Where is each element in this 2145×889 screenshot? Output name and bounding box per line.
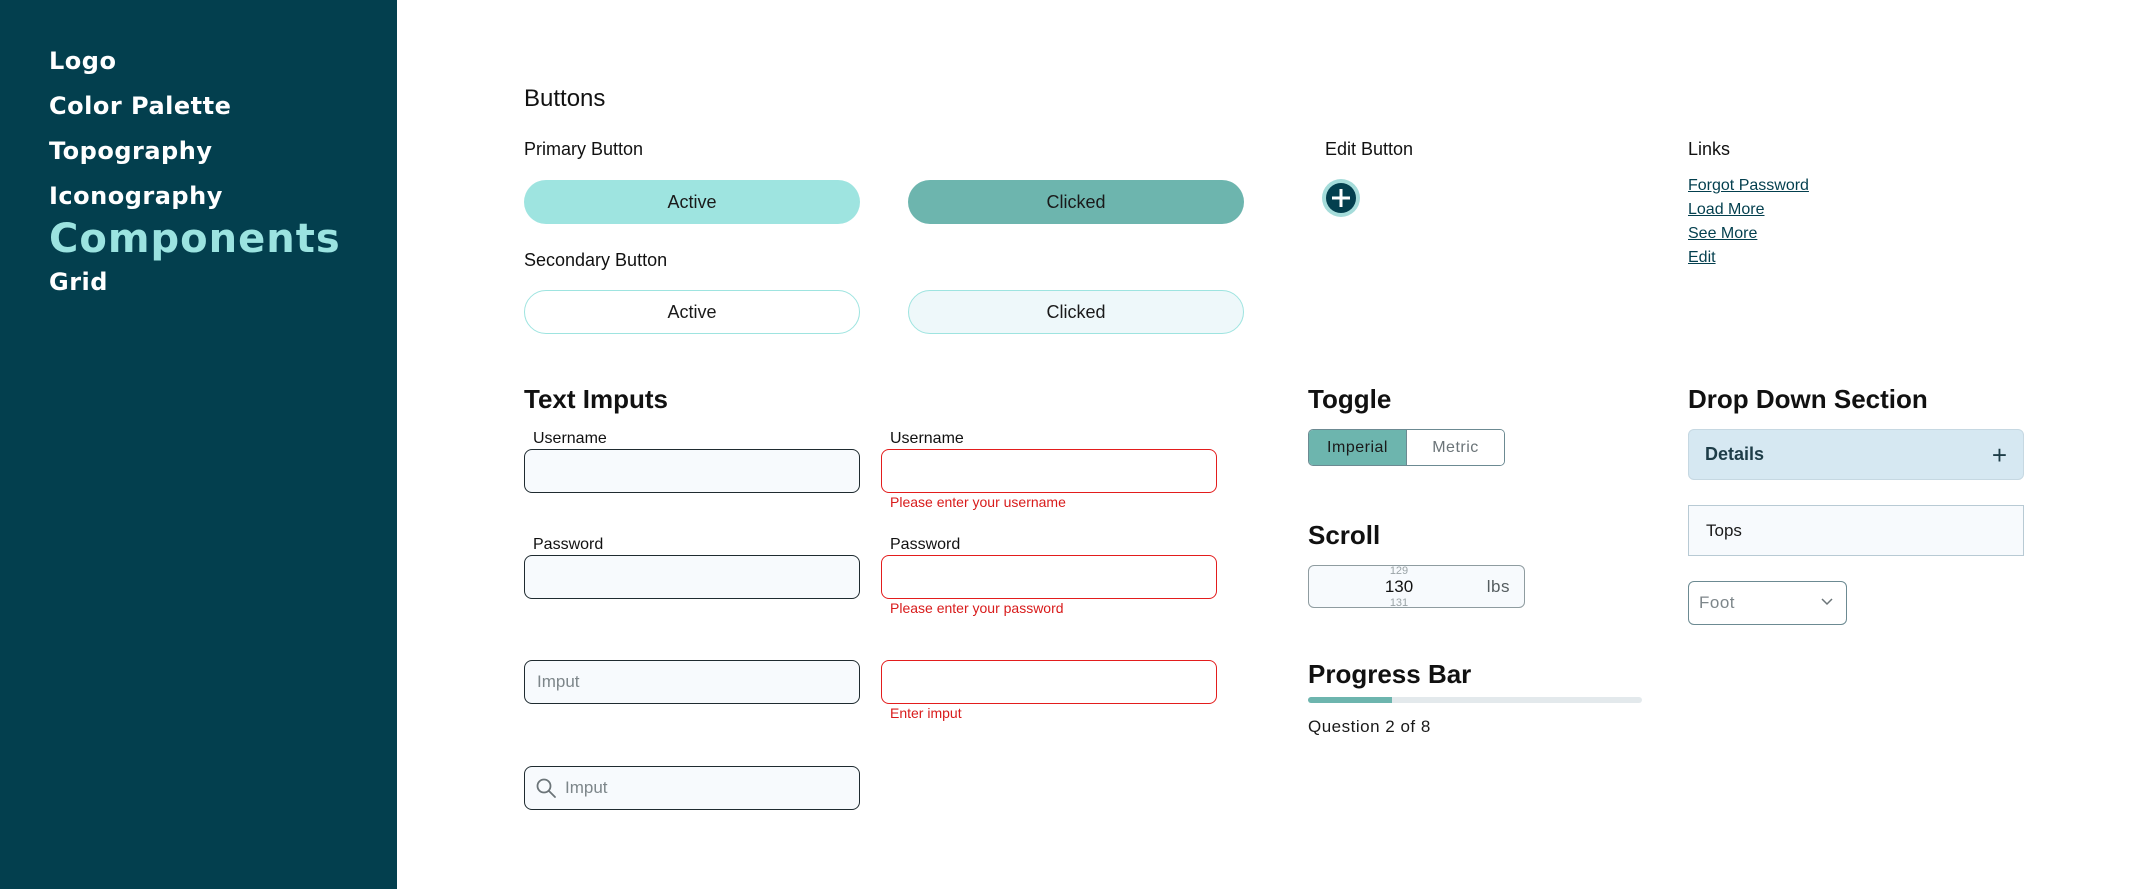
dropdown-header-details[interactable]: Details +: [1688, 429, 2024, 480]
sidebar-item-color-palette[interactable]: Color Palette: [49, 92, 231, 120]
imput-placeholder: Imput: [537, 672, 580, 691]
password-field-error[interactable]: [881, 555, 1217, 599]
scroll-prev-value: 129: [1389, 565, 1409, 577]
link-forgot-password[interactable]: Forgot Password: [1688, 177, 1809, 195]
unit-select[interactable]: Foot: [1688, 581, 1847, 625]
sidebar-item-components[interactable]: Components: [49, 216, 341, 262]
username-label: Username: [533, 430, 607, 447]
search-placeholder: Imput: [565, 778, 608, 797]
plus-icon: +: [1991, 439, 2007, 470]
username-error-label: Username: [890, 430, 964, 447]
secondary-button-label: Secondary Button: [524, 250, 668, 270]
edit-button[interactable]: [1322, 179, 1360, 217]
sidebar-item-grid[interactable]: Grid: [49, 268, 108, 296]
chevron-down-icon: [1821, 598, 1833, 606]
search-icon: [536, 778, 556, 798]
unit-toggle[interactable]: Imperial Metric: [1308, 429, 1505, 466]
progress-heading: Progress Bar: [1308, 659, 1472, 689]
progress-fill: [1308, 697, 1392, 703]
toggle-option-imperial[interactable]: Imperial: [1309, 430, 1407, 465]
primary-button-active[interactable]: Active: [524, 180, 860, 224]
link-see-more[interactable]: See More: [1688, 225, 1757, 243]
sidebar-item-logo[interactable]: Logo: [49, 47, 116, 75]
link-load-more[interactable]: Load More: [1688, 201, 1765, 219]
password-label: Password: [533, 536, 604, 553]
scroll-current-value: 130: [1384, 577, 1414, 596]
imput-field[interactable]: Imput: [524, 660, 860, 704]
scroll-next-value: 131: [1389, 597, 1409, 608]
search-input[interactable]: Imput: [524, 766, 860, 810]
plus-circle-icon: [1326, 183, 1356, 213]
username-error-message: Please enter your username: [890, 494, 1066, 510]
password-error-label: Password: [890, 536, 961, 553]
primary-button-label: Primary Button: [524, 139, 644, 159]
links-heading: Links: [1688, 139, 1731, 159]
toggle-option-metric[interactable]: Metric: [1407, 430, 1504, 465]
scroll-heading: Scroll: [1308, 520, 1381, 550]
select-value: Foot: [1699, 593, 1736, 612]
text-inputs-heading: Text Imputs: [524, 384, 668, 414]
sidebar-item-topography[interactable]: Topography: [49, 137, 212, 165]
password-field[interactable]: [524, 555, 860, 599]
imput-error-message: Enter imput: [890, 705, 962, 721]
buttons-heading: Buttons: [524, 85, 606, 112]
link-edit[interactable]: Edit: [1688, 249, 1716, 267]
dropdown-item-tops[interactable]: Tops: [1688, 505, 2024, 556]
edit-button-label: Edit Button: [1325, 139, 1414, 159]
password-error-message: Please enter your password: [890, 600, 1064, 616]
progress-text: Question 2 of 8: [1308, 717, 1431, 736]
progress-track: [1308, 697, 1642, 703]
toggle-heading: Toggle: [1308, 384, 1392, 414]
weight-scroll-picker[interactable]: 129 130 131 lbs: [1308, 565, 1525, 608]
imput-field-error[interactable]: [881, 660, 1217, 704]
scroll-unit: lbs: [1486, 577, 1510, 596]
username-field[interactable]: [524, 449, 860, 493]
dropdown-heading: Drop Down Section: [1688, 384, 1928, 414]
username-field-error[interactable]: [881, 449, 1217, 493]
sidebar-item-iconography[interactable]: Iconography: [49, 182, 223, 210]
secondary-button-clicked[interactable]: Clicked: [908, 290, 1244, 334]
secondary-button-active[interactable]: Active: [524, 290, 860, 334]
sidebar: Logo Color Palette Topography Iconograph…: [0, 0, 397, 889]
primary-button-clicked[interactable]: Clicked: [908, 180, 1244, 224]
dropdown-header-label: Details: [1705, 444, 1765, 464]
